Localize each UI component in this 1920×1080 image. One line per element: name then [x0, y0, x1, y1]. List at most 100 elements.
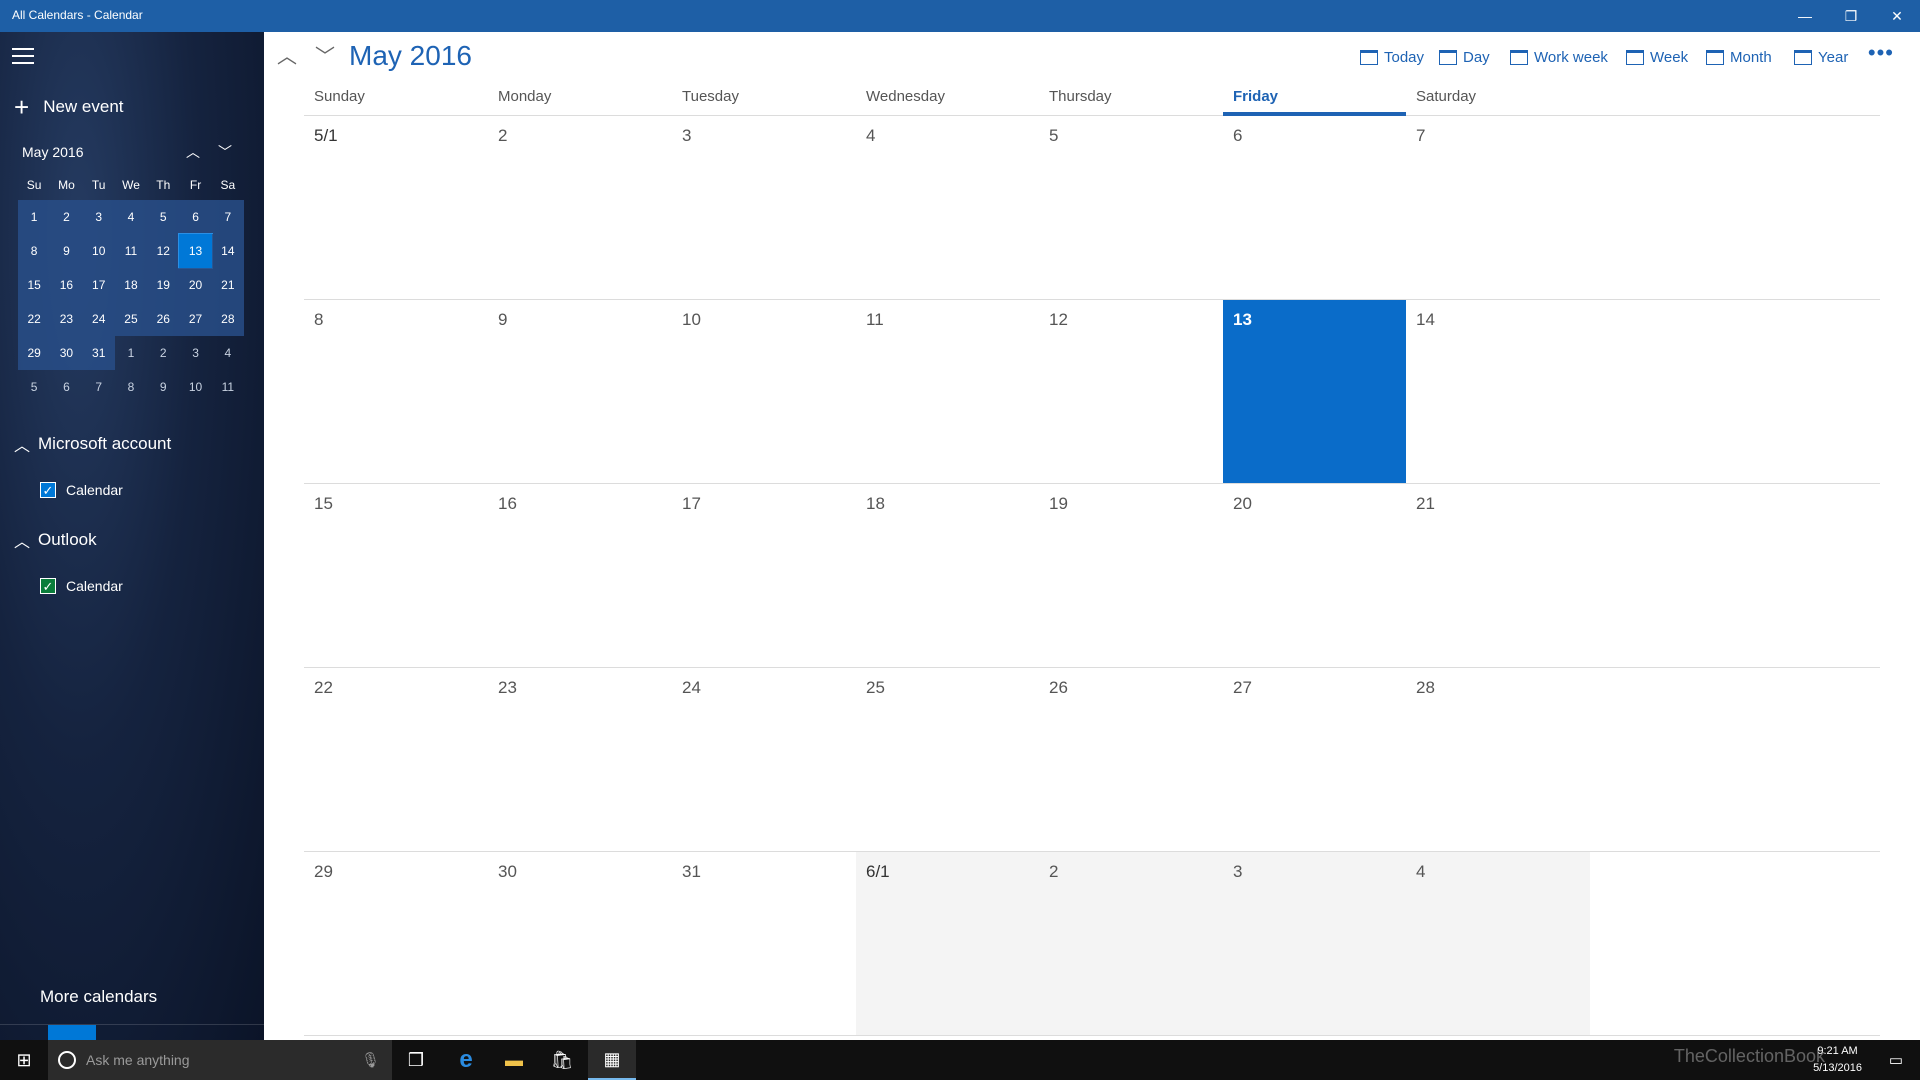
mini-day-cell[interactable]: 4 [212, 336, 244, 370]
mini-day-cell[interactable]: 8 [18, 234, 51, 268]
day-cell[interactable]: 29 [304, 852, 488, 1035]
month-view-button[interactable]: Month [1706, 45, 1772, 69]
month-title[interactable]: May 2016 [349, 40, 472, 72]
mini-day-cell[interactable]: 10 [179, 370, 211, 404]
mini-day-cell[interactable]: 28 [211, 302, 244, 336]
calendar-toggle-microsoft[interactable]: ✓ Calendar [40, 478, 123, 502]
mini-day-cell[interactable]: 4 [114, 200, 148, 234]
mini-day-cell[interactable]: 18 [114, 268, 148, 302]
calendar-app-icon[interactable]: ▦ [588, 1040, 636, 1080]
day-cell[interactable]: 4 [1406, 852, 1590, 1035]
mini-day-cell[interactable]: 13 [178, 233, 213, 269]
day-cell[interactable]: 15 [304, 484, 488, 667]
previous-month-arrow-icon[interactable]: ︿ [272, 42, 302, 72]
mini-day-cell[interactable]: 24 [82, 302, 115, 336]
day-cell[interactable]: 19 [1039, 484, 1223, 667]
mini-day-cell[interactable]: 9 [50, 234, 83, 268]
mini-day-cell[interactable]: 1 [115, 336, 147, 370]
mini-day-cell[interactable]: 21 [211, 268, 244, 302]
edge-browser-icon[interactable]: e [442, 1040, 490, 1080]
day-cell[interactable]: 6 [1223, 116, 1406, 299]
day-cell[interactable]: 2 [488, 116, 672, 299]
day-cell[interactable]: 2 [1039, 852, 1223, 1035]
mini-day-cell[interactable]: 15 [18, 268, 51, 302]
day-cell[interactable]: 18 [856, 484, 1039, 667]
day-cell[interactable]: 6/1 [856, 852, 1039, 1035]
new-event-button[interactable]: + New event [14, 92, 124, 122]
minimize-button[interactable]: — [1782, 0, 1828, 32]
day-cell[interactable]: 20 [1223, 484, 1406, 667]
store-icon[interactable]: 🛍 [538, 1040, 586, 1080]
day-cell[interactable]: 12 [1039, 300, 1223, 483]
mini-day-cell[interactable]: 7 [211, 200, 244, 234]
day-view-button[interactable]: Day [1439, 45, 1490, 69]
mini-day-cell[interactable]: 3 [82, 200, 115, 234]
file-explorer-icon[interactable]: ▬ [490, 1040, 538, 1080]
mini-day-cell[interactable]: 3 [179, 336, 211, 370]
mini-day-cell[interactable]: 7 [83, 370, 115, 404]
chevron-down-icon[interactable]: ﹀ [218, 142, 232, 162]
mini-day-cell[interactable]: 2 [50, 200, 83, 234]
day-cell[interactable]: 5 [1039, 116, 1223, 299]
next-month-arrow-icon[interactable]: ﹀ [310, 42, 340, 72]
mini-day-cell[interactable]: 6 [50, 370, 82, 404]
mini-day-cell[interactable]: 8 [115, 370, 147, 404]
mini-day-cell[interactable]: 1 [18, 200, 51, 234]
day-cell[interactable]: 31 [672, 852, 856, 1035]
mini-day-cell[interactable]: 9 [147, 370, 179, 404]
mini-day-cell[interactable]: 6 [179, 200, 212, 234]
calendar-toggle-outlook[interactable]: ✓ Calendar [40, 574, 123, 598]
mini-day-cell[interactable]: 11 [212, 370, 244, 404]
day-cell[interactable]: 26 [1039, 668, 1223, 851]
mini-day-cell[interactable]: 11 [114, 234, 148, 268]
day-cell[interactable]: 25 [856, 668, 1039, 851]
day-cell[interactable]: 3 [1223, 852, 1406, 1035]
cortana-search-box[interactable]: Ask me anything 🎙 [48, 1040, 392, 1080]
mini-day-cell[interactable]: 16 [50, 268, 83, 302]
day-cell[interactable]: 28 [1406, 668, 1590, 851]
outlook-account-group[interactable]: ︿ Outlook [14, 526, 97, 554]
more-options-icon[interactable]: ••• [1868, 40, 1894, 66]
action-center-icon[interactable]: ▭ [1872, 1040, 1920, 1080]
chevron-up-icon[interactable]: ︿ [186, 142, 200, 162]
mini-day-cell[interactable]: 30 [50, 336, 83, 370]
week-view-button[interactable]: Week [1626, 45, 1688, 69]
day-cell[interactable]: 23 [488, 668, 672, 851]
day-cell[interactable]: 3 [672, 116, 856, 299]
work-week-view-button[interactable]: Work week [1510, 45, 1608, 69]
mini-day-cell[interactable]: 27 [179, 302, 212, 336]
mini-day-cell[interactable]: 22 [18, 302, 51, 336]
day-cell[interactable]: 24 [672, 668, 856, 851]
mini-day-cell[interactable]: 17 [82, 268, 115, 302]
mini-day-cell[interactable]: 20 [179, 268, 212, 302]
mini-day-cell[interactable]: 12 [147, 234, 180, 268]
microphone-icon[interactable]: 🎙 [361, 1051, 380, 1069]
day-cell[interactable]: 11 [856, 300, 1039, 483]
mini-day-cell[interactable]: 5 [18, 370, 50, 404]
day-cell[interactable]: 7 [1406, 116, 1590, 299]
day-cell[interactable]: 4 [856, 116, 1039, 299]
checkbox-icon[interactable]: ✓ [40, 482, 56, 498]
restore-button[interactable]: ❐ [1828, 0, 1874, 32]
mini-day-cell[interactable]: 10 [82, 234, 115, 268]
day-cell[interactable]: 22 [304, 668, 488, 851]
year-view-button[interactable]: Year [1794, 45, 1848, 69]
today-button[interactable]: Today [1360, 45, 1424, 69]
mini-day-cell[interactable]: 5 [147, 200, 180, 234]
day-cell[interactable]: 30 [488, 852, 672, 1035]
close-button[interactable]: ✕ [1874, 0, 1920, 32]
checkbox-icon[interactable]: ✓ [40, 578, 56, 594]
day-cell[interactable]: 5/1 [304, 116, 488, 299]
mini-calendar-title[interactable]: May 2016 [22, 144, 83, 160]
mini-day-cell[interactable]: 14 [211, 234, 244, 268]
microsoft-account-group[interactable]: ︿ Microsoft account [14, 430, 171, 458]
mini-day-cell[interactable]: 23 [50, 302, 83, 336]
day-cell[interactable]: 21 [1406, 484, 1590, 667]
windows-start-icon[interactable]: ⊞ [0, 1040, 48, 1080]
day-cell[interactable]: 17 [672, 484, 856, 667]
day-cell[interactable]: 8 [304, 300, 488, 483]
day-cell[interactable]: 27 [1223, 668, 1406, 851]
task-view-icon[interactable]: ❒ [392, 1040, 440, 1080]
mini-day-cell[interactable]: 26 [147, 302, 180, 336]
day-cell[interactable]: 13 [1223, 300, 1406, 483]
